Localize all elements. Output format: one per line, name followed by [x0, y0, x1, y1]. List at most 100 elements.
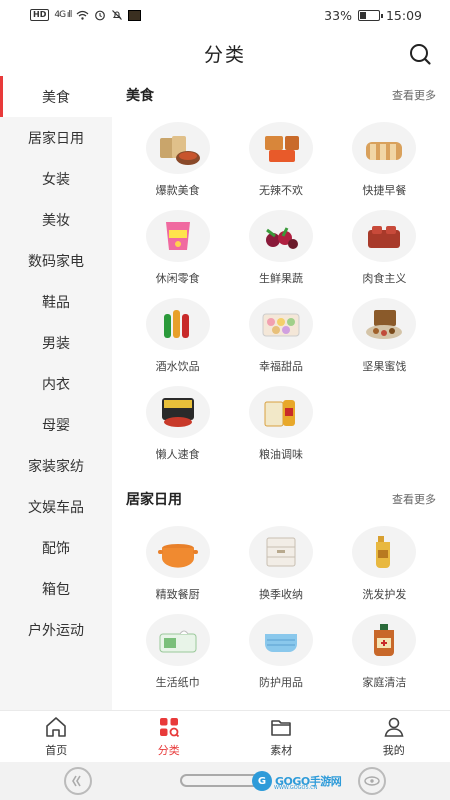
sidebar-item[interactable]: 文娱车品 [0, 486, 112, 527]
category-tile[interactable]: 幸福甜品 [229, 298, 332, 373]
category-tile-label: 坚果蜜饯 [362, 360, 407, 373]
category-thumb [145, 210, 210, 262]
hd-badge: HD [30, 9, 50, 21]
category-sidebar: 美食居家日用女装美妆数码家电鞋品男装 内衣母婴家装家纺文娱车品配饰箱包户外运动 [0, 76, 112, 710]
watermark-icon: G [252, 771, 272, 791]
category-section: 居家日用 查看更多 精致餐厨 换季收纳 洗发护发 生活纸巾 防护用品 家庭清洁 [112, 480, 450, 689]
category-tile-label: 精致餐厨 [155, 588, 200, 601]
sidebar-item-label: 母婴 [42, 417, 70, 434]
category-tile-label: 换季收纳 [258, 588, 303, 601]
battery-percent: 33% [324, 7, 352, 23]
sidebar-item-label: 家装家纺 [28, 458, 84, 475]
sidebar-item[interactable]: 男装 [0, 322, 112, 363]
battery-icon [357, 9, 383, 21]
category-tile-label: 懒人速食 [155, 448, 200, 461]
macaron-icon [262, 313, 300, 337]
watermark-logo: G GOGO手游网 WWW.GOGO5.CN [252, 771, 342, 791]
noodles-icon [161, 398, 194, 427]
sidebar-item[interactable]: 配饰 [0, 527, 112, 568]
sidebar-item[interactable]: 鞋品 [0, 281, 112, 322]
category-tile[interactable]: 休闲零食 [126, 210, 229, 285]
alarm-icon [95, 10, 106, 21]
sidebar-item-label: 美食 [42, 89, 70, 106]
category-tile[interactable]: 无辣不欢 [229, 122, 332, 197]
category-tile-label: 洗发护发 [362, 588, 407, 601]
sidebar-item[interactable]: 女装 [0, 158, 112, 199]
category-tile[interactable]: 粮油调味 [229, 386, 332, 461]
category-tile[interactable]: 爆款美食 [126, 122, 229, 197]
category-section: 美食 查看更多爆款美食 无辣不欢 快捷早餐休闲零食 生鲜果蔬 肉食主义酒水饮品 幸福甜品 坚果… [112, 76, 450, 461]
category-content: 美食 查看更多 爆款美食 无辣不欢 快捷早餐 休闲零食 生鲜果蔬 肉食主义 酒水饮品 幸福甜品 坚果… [112, 76, 450, 710]
sidebar-item[interactable]: 箱包 [0, 568, 112, 609]
category-tile[interactable]: 生活纸巾 [126, 614, 229, 689]
tab-home[interactable]: 首页 [0, 711, 113, 762]
category-tile-label: 幸福甜品 [258, 360, 303, 373]
category-tile[interactable]: 快捷早餐 [333, 122, 436, 197]
home-icon [46, 717, 67, 737]
fruit-icon [265, 227, 298, 249]
sidebar-item[interactable]: 家装家纺 [0, 445, 112, 486]
recent-apps-icon[interactable] [358, 767, 386, 795]
oil-rice-icon [264, 400, 295, 427]
app-notification-icon [128, 9, 142, 21]
category-thumb [352, 614, 417, 666]
category-tile[interactable]: 防护用品 [229, 614, 332, 689]
sidebar-item[interactable]: 美食 [0, 76, 112, 117]
sidebar-item-label: 箱包 [42, 581, 70, 598]
category-thumb [352, 526, 417, 578]
sidebar-item[interactable]: 美妆 [0, 199, 112, 240]
sidebar-item[interactable]: 户外运动 [0, 609, 112, 650]
category-thumb [248, 614, 313, 666]
category-tile[interactable]: 家庭清洁 [333, 614, 436, 689]
status-right: 33% 15:09 [324, 8, 422, 23]
sidebar-item[interactable]: 内衣 [0, 363, 112, 404]
tab-category[interactable]: 分类 [113, 711, 226, 762]
sidebar-item-label: 文娱车品 [28, 499, 84, 516]
section-header: 美食 查看更多 [126, 76, 436, 114]
back-nav-icon[interactable] [64, 767, 92, 795]
sidebar-item-label: 美妆 [42, 212, 70, 229]
tab-label: 分类 [157, 744, 180, 757]
category-tile-label: 快捷早餐 [362, 184, 407, 197]
category-tile[interactable]: 洗发护发 [333, 526, 436, 601]
category-thumb [145, 526, 210, 578]
category-tile-label: 防护用品 [258, 676, 303, 689]
nuts-icon [366, 310, 403, 339]
sidebar-item[interactable]: 居家日用 [0, 117, 112, 158]
category-tile-label: 粮油调味 [258, 448, 303, 461]
bread-icon [366, 142, 403, 160]
category-tile[interactable]: 肉食主义 [333, 210, 436, 285]
category-tile-label: 酒水饮品 [155, 360, 200, 373]
category-tile[interactable]: 生鲜果蔬 [229, 210, 332, 285]
view-more-link[interactable]: 查看更多 [392, 491, 436, 507]
sidebar-item[interactable]: 数码家电 [0, 240, 112, 281]
category-tile[interactable]: 酒水饮品 [126, 298, 229, 373]
category-tile-label: 休闲零食 [155, 272, 200, 285]
bottom-tab-bar: 首页 分类 素材 我的 [0, 710, 450, 762]
category-tile[interactable]: 坚果蜜饯 [333, 298, 436, 373]
category-thumb [145, 386, 210, 438]
category-tile-label: 肉食主义 [362, 272, 407, 285]
category-tile[interactable]: 精致餐厨 [126, 526, 229, 601]
category-tile-label: 无辣不欢 [258, 184, 303, 197]
status-bar: HD 4G ıll 33% 15:09 [0, 0, 450, 30]
sidebar-item-label: 数码家电 [28, 253, 84, 270]
category-tile-label: 生活纸巾 [155, 676, 200, 689]
sidebar-item-label: 配饰 [42, 540, 70, 557]
tab-user[interactable]: 我的 [338, 711, 450, 762]
category-thumb [248, 526, 313, 578]
page-header: 分类 [0, 30, 450, 76]
tab-folder[interactable]: 素材 [225, 711, 338, 762]
search-icon[interactable] [408, 42, 432, 66]
sidebar-item-label: 女装 [42, 171, 70, 188]
user-icon [384, 717, 404, 737]
section-title: 美食 [126, 88, 154, 104]
view-more-link[interactable]: 查看更多 [392, 87, 436, 103]
category-tile-label: 家庭清洁 [362, 676, 407, 689]
sidebar-item[interactable]: 母婴 [0, 404, 112, 445]
status-left: HD 4G ıll [30, 9, 142, 21]
category-tile[interactable]: 懒人速食 [126, 386, 229, 461]
category-tile[interactable]: 换季收纳 [229, 526, 332, 601]
tab-label: 我的 [382, 744, 405, 757]
sidebar-item-label: 鞋品 [42, 294, 70, 311]
